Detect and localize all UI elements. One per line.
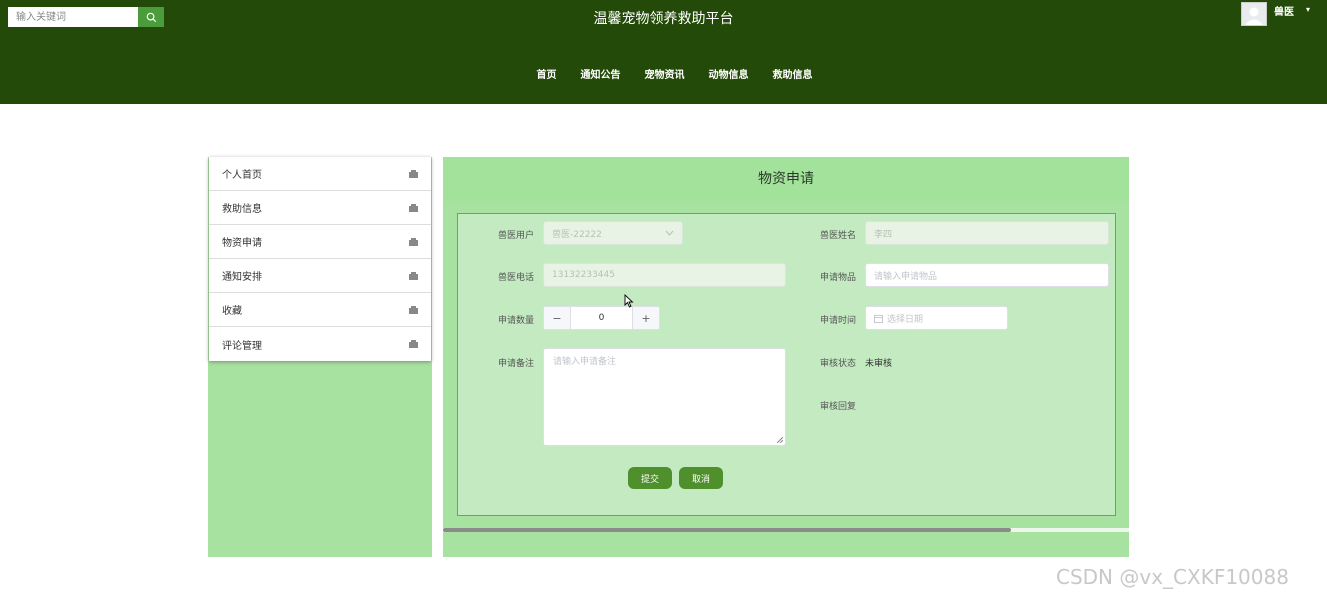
- main-panel: 物资申请 兽医用户 兽医-22222 兽医姓名 李四 兽医电话 13132233…: [443, 157, 1129, 557]
- scrollbar-thumb[interactable]: [443, 528, 1011, 532]
- vet-phone-field[interactable]: 13132233445: [543, 263, 786, 287]
- sidebar-item-profile[interactable]: 个人首页: [209, 157, 431, 191]
- sidebar-item-label: 救助信息: [222, 204, 262, 215]
- menu-icon: [409, 237, 418, 246]
- calendar-icon: [874, 314, 883, 323]
- main-nav: 首页 通知公告 宠物资讯 动物信息 救助信息: [0, 66, 1327, 81]
- menu-icon: [409, 271, 418, 280]
- nav-rescue-info[interactable]: 救助信息: [773, 66, 813, 81]
- date-placeholder: 选择日期: [887, 314, 924, 325]
- note-placeholder: 请输入申请备注: [553, 357, 617, 367]
- menu-icon: [409, 340, 418, 348]
- nav-animal-info[interactable]: 动物信息: [709, 66, 749, 81]
- quantity-value[interactable]: 0: [570, 307, 633, 329]
- vet-name-value: 李四: [874, 229, 893, 240]
- sidebar-item-label: 物资申请: [222, 238, 262, 249]
- nav-notices[interactable]: 通知公告: [581, 66, 621, 81]
- item-label: 申请物品: [820, 273, 857, 283]
- note-textarea[interactable]: 请输入申请备注: [543, 348, 786, 446]
- sidebar-item-label: 通知安排: [222, 272, 262, 283]
- status-label: 审核状态: [820, 359, 857, 369]
- caret-down-icon[interactable]: ▾: [1306, 5, 1310, 14]
- vet-phone-value: 13132233445: [552, 270, 615, 280]
- chevron-down-icon: [665, 230, 674, 236]
- status-value: 未审核: [865, 359, 893, 369]
- sidebar-item-label: 个人首页: [222, 170, 262, 181]
- menu-icon: [409, 203, 418, 212]
- nav-pet-news[interactable]: 宠物资讯: [645, 66, 685, 81]
- vet-name-label: 兽医姓名: [820, 231, 857, 241]
- watermark: CSDN @vx_CXKF10088: [1056, 565, 1289, 589]
- vet-user-value: 兽医-22222: [552, 229, 602, 240]
- note-label: 申请备注: [498, 359, 535, 369]
- horizontal-scrollbar[interactable]: [443, 528, 1129, 532]
- menu-icon: [409, 305, 418, 314]
- mouse-cursor-icon: [624, 294, 634, 308]
- page-title: 物资申请: [443, 157, 1129, 201]
- user-menu[interactable]: 兽医 ▾: [1241, 2, 1310, 26]
- cancel-button[interactable]: 取消: [679, 467, 723, 489]
- resize-handle-icon[interactable]: [777, 437, 783, 443]
- sidebar-item-label: 收藏: [222, 306, 242, 317]
- sidebar-item-favorites[interactable]: 收藏: [209, 293, 431, 327]
- date-picker[interactable]: 选择日期: [865, 306, 1008, 330]
- sidebar-item-label: 评论管理: [222, 340, 262, 352]
- increment-button[interactable]: +: [633, 307, 659, 329]
- decrement-button[interactable]: −: [544, 307, 570, 329]
- vet-user-label: 兽医用户: [498, 231, 535, 241]
- user-avatar-icon: [1245, 7, 1263, 25]
- site-title: 温馨宠物领养救助平台: [593, 11, 734, 27]
- supply-request-form: 兽医用户 兽医-22222 兽医姓名 李四 兽医电话 13132233445 申…: [457, 213, 1116, 516]
- vet-phone-label: 兽医电话: [498, 273, 535, 283]
- menu-icon: [409, 169, 418, 178]
- user-name[interactable]: 兽医: [1274, 3, 1294, 18]
- qty-label: 申请数量: [498, 316, 535, 326]
- sidebar-item-comments[interactable]: 评论管理: [209, 327, 431, 361]
- vet-name-field[interactable]: 李四: [865, 221, 1109, 245]
- vet-user-select[interactable]: 兽医-22222: [543, 221, 683, 245]
- sidebar-item-rescue[interactable]: 救助信息: [209, 191, 431, 225]
- sidebar-item-supply[interactable]: 物资申请: [209, 225, 431, 259]
- nav-home[interactable]: 首页: [537, 66, 557, 81]
- quantity-stepper[interactable]: − 0 +: [543, 306, 660, 330]
- submit-button[interactable]: 提交: [628, 467, 672, 489]
- item-placeholder: 请输入申请物品: [874, 271, 938, 282]
- top-header: 温馨宠物领养救助平台 兽医 ▾ 首页 通知公告 宠物资讯 动物信息 救助信息: [0, 0, 1327, 104]
- sidebar-item-notice[interactable]: 通知安排: [209, 259, 431, 293]
- sidebar-menu: 个人首页 救助信息 物资申请 通知安排 收藏 评论管理: [209, 157, 431, 361]
- reply-label: 审核回复: [820, 402, 857, 412]
- item-input[interactable]: 请输入申请物品: [865, 263, 1109, 287]
- avatar[interactable]: [1241, 2, 1267, 26]
- time-label: 申请时间: [820, 316, 857, 326]
